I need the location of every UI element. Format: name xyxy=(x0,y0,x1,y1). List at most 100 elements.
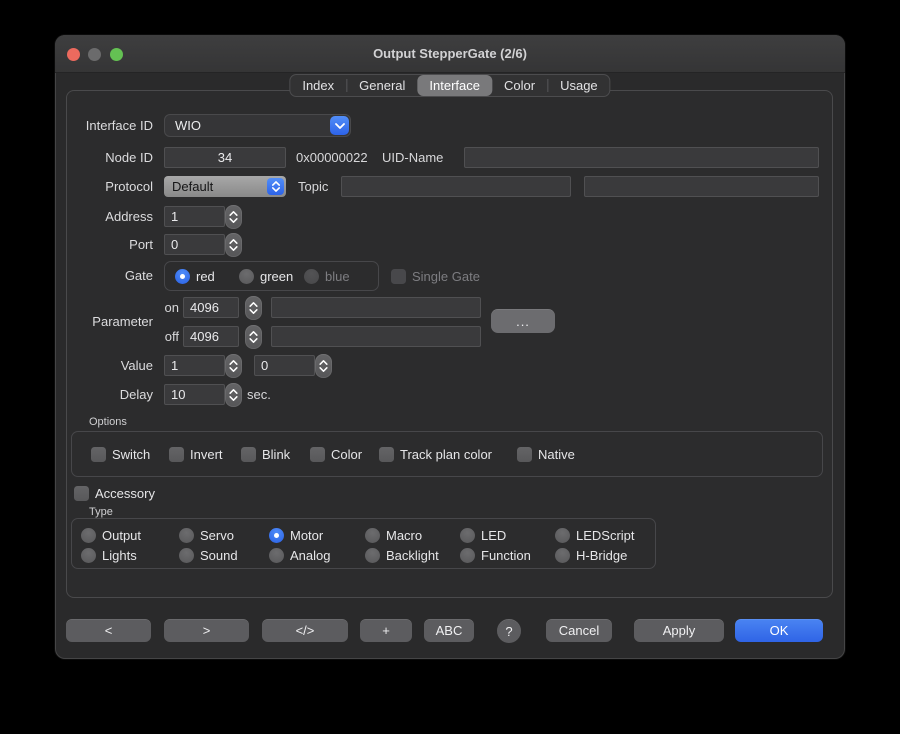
checkbox-invert[interactable]: Invert xyxy=(169,444,223,464)
type-radio-led[interactable]: LED xyxy=(460,525,506,545)
chevron-down-icon[interactable] xyxy=(330,116,349,135)
tab-general[interactable]: General xyxy=(347,75,417,96)
checkbox-icon[interactable] xyxy=(74,486,89,501)
gate-radio-green[interactable]: green xyxy=(239,266,293,286)
value-stepper-1[interactable] xyxy=(225,354,242,378)
type-radio-lights[interactable]: Lights xyxy=(81,545,137,565)
checkbox-invert-label: Invert xyxy=(190,447,223,462)
help-button[interactable]: ? xyxy=(497,619,521,643)
radio-icon[interactable] xyxy=(555,528,570,543)
add-button[interactable]: + xyxy=(360,619,412,642)
prev-button[interactable]: < xyxy=(66,619,151,642)
radio-icon[interactable] xyxy=(269,548,284,563)
type-radio-hbridge[interactable]: H-Bridge xyxy=(555,545,627,565)
type-radio-function-label: Function xyxy=(481,548,531,563)
checkbox-track-plan-color[interactable]: Track plan color xyxy=(379,444,492,464)
apply-button[interactable]: Apply xyxy=(634,619,724,642)
checkbox-icon[interactable] xyxy=(169,447,184,462)
type-radio-analog[interactable]: Analog xyxy=(269,545,330,565)
node-id-hex: 0x00000022 xyxy=(296,147,368,168)
radio-icon[interactable] xyxy=(175,269,190,284)
gate-radio-red[interactable]: red xyxy=(175,266,215,286)
radio-icon[interactable] xyxy=(179,548,194,563)
radio-icon[interactable] xyxy=(365,528,380,543)
parameter-on-input[interactable] xyxy=(183,297,239,318)
checkbox-color[interactable]: Color xyxy=(310,444,362,464)
parameter-off-text-input[interactable] xyxy=(271,326,481,347)
radio-icon[interactable] xyxy=(269,528,284,543)
node-id-input[interactable] xyxy=(164,147,286,168)
checkbox-icon[interactable] xyxy=(379,447,394,462)
protocol-popup[interactable]: Default xyxy=(164,176,286,197)
interface-tab-panel: Interface ID WIO Node ID 0x00000022 UID-… xyxy=(66,90,833,598)
radio-icon[interactable] xyxy=(179,528,194,543)
checkbox-switch[interactable]: Switch xyxy=(91,444,150,464)
type-radio-output-label: Output xyxy=(102,528,141,543)
ok-button[interactable]: OK xyxy=(735,619,823,642)
options-group-label: Options xyxy=(89,416,127,428)
tab-index[interactable]: Index xyxy=(290,75,346,96)
checkbox-color-label: Color xyxy=(331,447,362,462)
radio-icon[interactable] xyxy=(239,269,254,284)
port-stepper[interactable] xyxy=(225,233,242,257)
type-radio-backlight[interactable]: Backlight xyxy=(365,545,439,565)
radio-icon[interactable] xyxy=(365,548,380,563)
type-radio-macro[interactable]: Macro xyxy=(365,525,422,545)
type-radio-motor[interactable]: Motor xyxy=(269,525,323,545)
parameter-on-label: on xyxy=(157,297,179,318)
tab-interface[interactable]: Interface xyxy=(417,75,492,96)
type-radio-servo-label: Servo xyxy=(200,528,234,543)
checkbox-blink-label: Blink xyxy=(262,447,290,462)
code-button[interactable]: </> xyxy=(262,619,348,642)
parameter-off-stepper[interactable] xyxy=(245,325,262,349)
checkbox-native[interactable]: Native xyxy=(517,444,575,464)
radio-icon[interactable] xyxy=(555,548,570,563)
interface-id-value: WIO xyxy=(175,115,201,136)
uid-name-input[interactable] xyxy=(464,147,819,168)
checkbox-accessory[interactable]: Accessory xyxy=(74,483,155,503)
topic-input[interactable] xyxy=(341,176,571,197)
value-input-2[interactable] xyxy=(254,355,315,376)
chevron-up-down-icon[interactable] xyxy=(267,178,284,195)
address-stepper[interactable] xyxy=(225,205,242,229)
checkbox-blink[interactable]: Blink xyxy=(241,444,290,464)
type-group-label: Type xyxy=(89,506,113,518)
checkbox-track-plan-color-label: Track plan color xyxy=(400,447,492,462)
radio-icon[interactable] xyxy=(460,528,475,543)
value-stepper-2[interactable] xyxy=(315,354,332,378)
delay-stepper[interactable] xyxy=(225,383,242,407)
type-radio-servo[interactable]: Servo xyxy=(179,525,234,545)
address-input[interactable] xyxy=(164,206,225,227)
delay-input[interactable] xyxy=(164,384,225,405)
radio-icon[interactable] xyxy=(81,528,96,543)
parameter-on-text-input[interactable] xyxy=(271,297,481,318)
radio-icon[interactable] xyxy=(81,548,96,563)
next-button[interactable]: > xyxy=(164,619,249,642)
checkbox-icon[interactable] xyxy=(310,447,325,462)
type-radio-sound[interactable]: Sound xyxy=(179,545,238,565)
tab-color[interactable]: Color xyxy=(492,75,547,96)
radio-icon[interactable] xyxy=(460,548,475,563)
value-input-1[interactable] xyxy=(164,355,225,376)
type-radio-output[interactable]: Output xyxy=(81,525,141,545)
abc-button[interactable]: ABC xyxy=(424,619,474,642)
type-radio-ledscript-label: LEDScript xyxy=(576,528,635,543)
delay-label: Delay xyxy=(67,384,153,405)
cancel-button[interactable]: Cancel xyxy=(546,619,612,642)
port-input[interactable] xyxy=(164,234,225,255)
more-options-button[interactable]: ... xyxy=(491,309,555,333)
type-radio-hbridge-label: H-Bridge xyxy=(576,548,627,563)
topic-input-2[interactable] xyxy=(584,176,819,197)
interface-id-combobox[interactable]: WIO xyxy=(164,114,351,137)
parameter-off-input[interactable] xyxy=(183,326,239,347)
single-gate-label: Single Gate xyxy=(412,269,480,284)
checkbox-icon[interactable] xyxy=(517,447,532,462)
tab-usage[interactable]: Usage xyxy=(548,75,610,96)
type-radio-function[interactable]: Function xyxy=(460,545,531,565)
parameter-on-stepper[interactable] xyxy=(245,296,262,320)
protocol-value: Default xyxy=(172,176,213,197)
checkbox-icon[interactable] xyxy=(91,447,106,462)
checkbox-icon[interactable] xyxy=(241,447,256,462)
type-radio-ledscript[interactable]: LEDScript xyxy=(555,525,635,545)
type-radio-sound-label: Sound xyxy=(200,548,238,563)
